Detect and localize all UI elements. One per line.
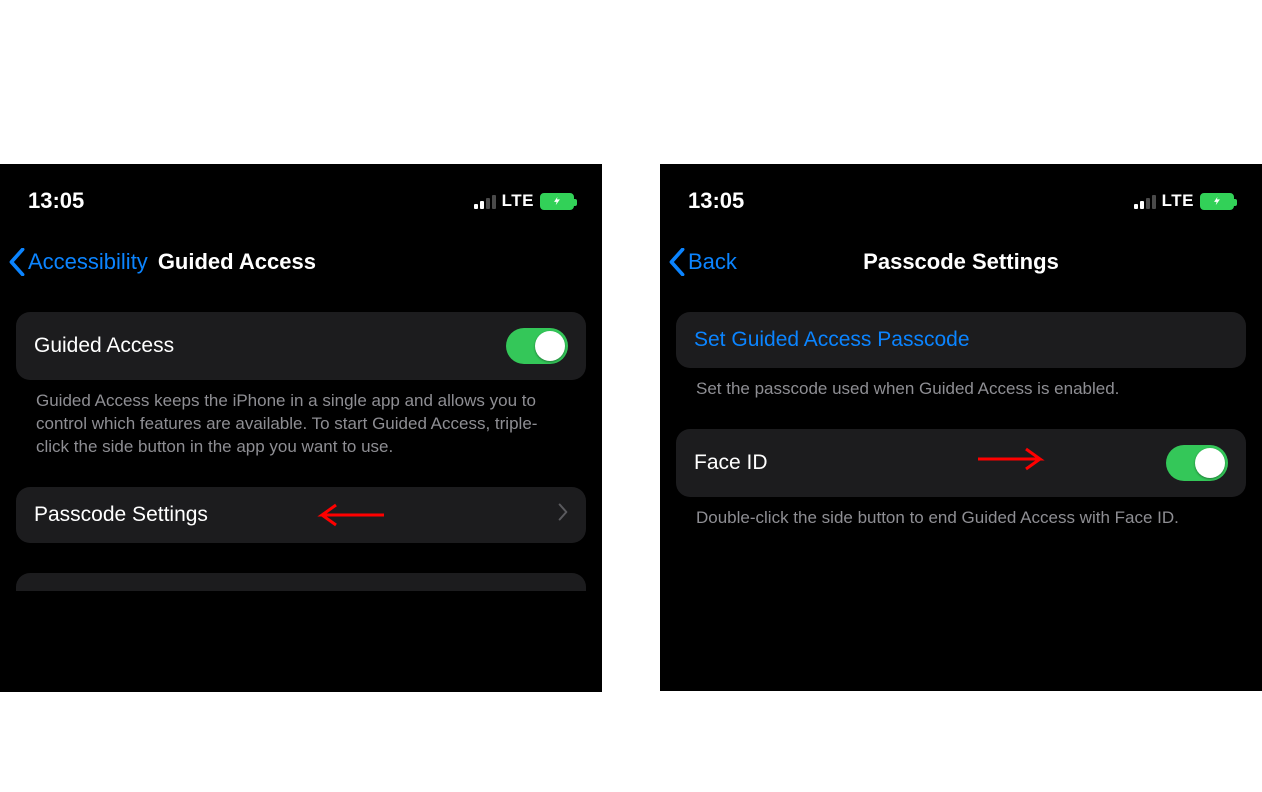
annotation-arrow-icon: [316, 499, 386, 531]
toggle-switch[interactable]: [506, 328, 568, 364]
toggle-switch[interactable]: [1166, 445, 1228, 481]
row-label: Set Guided Access Passcode: [694, 328, 970, 352]
chevron-left-icon: [668, 248, 686, 276]
set-passcode-footer: Set the passcode used when Guided Access…: [676, 368, 1246, 401]
battery-charging-icon: [540, 193, 574, 210]
status-right-cluster: LTE: [1134, 191, 1234, 211]
status-bar: 13:05 LTE: [0, 164, 602, 222]
signal-icon: [474, 193, 496, 209]
set-guided-access-passcode-row[interactable]: Set Guided Access Passcode: [676, 312, 1246, 368]
face-id-footer: Double-click the side button to end Guid…: [676, 497, 1246, 530]
screenshot-passcode-settings: 13:05 LTE Back Passcode Settings Set Gui…: [660, 164, 1262, 691]
status-time: 13:05: [28, 188, 84, 214]
nav-bar: Back Passcode Settings: [660, 222, 1262, 294]
status-time: 13:05: [688, 188, 744, 214]
nav-title: Passcode Settings: [660, 249, 1262, 275]
nav-title: Guided Access: [158, 249, 316, 275]
network-label: LTE: [1162, 191, 1194, 211]
row-label: Face ID: [694, 451, 768, 475]
back-button[interactable]: Accessibility: [8, 248, 148, 276]
passcode-settings-row[interactable]: Passcode Settings: [16, 487, 586, 543]
row-label: Passcode Settings: [34, 503, 208, 527]
chevron-right-icon: [558, 503, 568, 527]
row-label: Guided Access: [34, 334, 174, 358]
guided-access-footer: Guided Access keeps the iPhone in a sing…: [16, 380, 586, 459]
signal-icon: [1134, 193, 1156, 209]
back-label: Accessibility: [28, 249, 148, 275]
screenshot-guided-access: 13:05 LTE Accessibility Guided Access Gu…: [0, 164, 602, 692]
battery-charging-icon: [1200, 193, 1234, 210]
face-id-group: Face ID Double-click the side button to …: [676, 429, 1246, 530]
status-bar: 13:05 LTE: [660, 164, 1262, 222]
back-button[interactable]: Back: [668, 248, 737, 276]
annotation-arrow-icon: [976, 443, 1046, 475]
guided-access-group: Guided Access Guided Access keeps the iP…: [16, 312, 586, 459]
face-id-toggle-row[interactable]: Face ID: [676, 429, 1246, 497]
back-label: Back: [688, 249, 737, 275]
nav-bar: Accessibility Guided Access: [0, 222, 602, 294]
chevron-left-icon: [8, 248, 26, 276]
next-group-peek: [16, 573, 586, 591]
passcode-settings-group: Passcode Settings: [16, 487, 586, 543]
network-label: LTE: [502, 191, 534, 211]
guided-access-toggle-row[interactable]: Guided Access: [16, 312, 586, 380]
set-passcode-group: Set Guided Access Passcode Set the passc…: [676, 312, 1246, 401]
status-right-cluster: LTE: [474, 191, 574, 211]
